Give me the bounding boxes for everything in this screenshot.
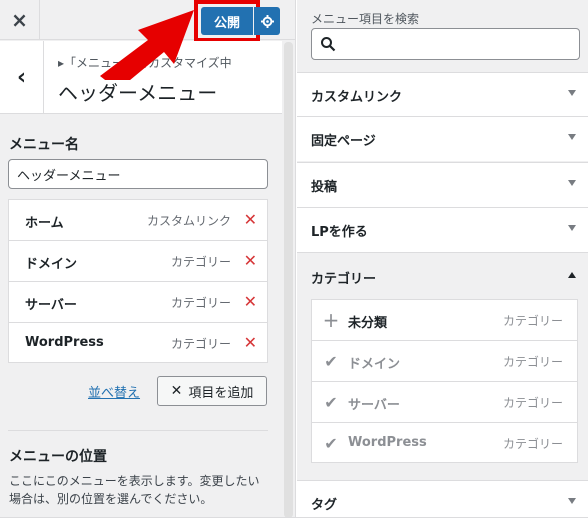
chevron-down-icon xyxy=(568,498,576,504)
accordion-title[interactable]: カテゴリー xyxy=(311,268,376,287)
accordion-title: タグ xyxy=(311,498,338,513)
category-type: カテゴリー xyxy=(502,437,563,451)
chevron-up-icon[interactable] xyxy=(568,272,576,278)
category-title: WordPress xyxy=(348,435,427,450)
category-item[interactable]: ✔ サーバー カテゴリー xyxy=(312,382,577,423)
publish-highlight-box: 公開 xyxy=(194,0,260,42)
category-item[interactable]: + 未分類 カテゴリー xyxy=(312,300,577,341)
menu-item-title: ドメイン xyxy=(25,257,78,272)
category-title: 未分類 xyxy=(348,316,388,331)
menu-location-title: メニューの位置 xyxy=(9,449,107,465)
close-icon: ✕ xyxy=(170,383,183,399)
chevron-down-icon xyxy=(568,134,576,140)
category-title: ドメイン xyxy=(348,357,401,372)
reorder-link[interactable]: 並べ替え xyxy=(88,382,140,401)
checkmark-icon: ✔ xyxy=(324,433,338,453)
available-items-panel: メニュー項目を検索 カスタムリンク 固定ページ 投稿 LPを作る カテゴリー +… xyxy=(297,0,588,518)
category-type: カテゴリー xyxy=(502,314,563,328)
menu-item-row[interactable]: サーバー カテゴリー ✕ xyxy=(9,282,267,323)
customizer-sidebar: × 公開 ‹ ▸「メニュー」をカスタマイズ中 ヘッダーメニュー メニュー名 ホー… xyxy=(0,0,296,518)
menu-item-title: ホーム xyxy=(25,216,64,231)
delete-icon[interactable]: ✕ xyxy=(244,333,257,352)
accordion-lp[interactable]: LPを作る xyxy=(297,207,588,252)
accordion-pages[interactable]: 固定ページ xyxy=(297,116,588,161)
close-button[interactable]: × xyxy=(0,0,40,40)
accordion-custom-links[interactable]: カスタムリンク xyxy=(297,72,588,117)
publish-button[interactable]: 公開 xyxy=(201,7,253,35)
accordion-categories: カテゴリー + 未分類 カテゴリー ✔ ドメイン カテゴリー ✔ サーバー カテ… xyxy=(297,252,588,480)
menu-items-list: ホーム カスタムリンク ✕ ドメイン カテゴリー ✕ サーバー カテゴリー ✕ … xyxy=(8,199,268,363)
accordion-title: カスタムリンク xyxy=(311,90,403,105)
menu-item-row[interactable]: ホーム カスタムリンク ✕ xyxy=(9,200,267,241)
search-icon xyxy=(321,37,336,52)
accordion-title: 投稿 xyxy=(311,180,338,195)
category-title: サーバー xyxy=(348,398,400,413)
category-type: カテゴリー xyxy=(502,396,563,410)
menu-location-description: ここにこのメニューを表示します。変更したい場合は、別の位置を選んでください。 xyxy=(9,474,260,506)
category-item[interactable]: ✔ WordPress カテゴリー xyxy=(312,423,577,464)
add-items-button[interactable]: ✕ 項目を追加 xyxy=(157,376,267,406)
menu-item-title: WordPress xyxy=(25,335,104,350)
category-item[interactable]: ✔ ドメイン カテゴリー xyxy=(312,341,577,382)
menu-item-title: サーバー xyxy=(25,298,77,313)
menu-item-type: カテゴリー xyxy=(170,255,231,269)
sidebar-scrollbar[interactable] xyxy=(284,42,293,518)
divider xyxy=(8,430,268,431)
checkmark-icon: ✔ xyxy=(324,392,338,412)
chevron-down-icon xyxy=(568,225,576,231)
category-type: カテゴリー xyxy=(502,355,563,369)
delete-icon[interactable]: ✕ xyxy=(244,251,257,270)
menu-item-row[interactable]: WordPress カテゴリー ✕ xyxy=(9,323,267,364)
chevron-down-icon xyxy=(568,180,576,186)
accordion-tags[interactable]: タグ xyxy=(297,480,588,518)
category-list: + 未分類 カテゴリー ✔ ドメイン カテゴリー ✔ サーバー カテゴリー ✔ … xyxy=(311,299,578,463)
menu-item-type: カテゴリー xyxy=(170,296,231,310)
accordion-title: LPを作る xyxy=(311,225,368,240)
search-input[interactable] xyxy=(311,28,580,60)
plus-icon[interactable]: + xyxy=(322,308,340,332)
gear-icon xyxy=(260,14,274,28)
accordion-posts[interactable]: 投稿 xyxy=(297,162,588,207)
publish-settings-button[interactable] xyxy=(254,7,280,35)
search-label: メニュー項目を検索 xyxy=(311,12,420,26)
page-title: ヘッダーメニュー xyxy=(58,81,218,105)
menu-name-field[interactable] xyxy=(8,159,268,189)
delete-icon[interactable]: ✕ xyxy=(244,210,257,229)
menu-item-type: カテゴリー xyxy=(170,337,231,351)
chevron-down-icon xyxy=(568,90,576,96)
menu-name-label: メニュー名 xyxy=(9,137,79,153)
delete-icon[interactable]: ✕ xyxy=(244,292,257,311)
add-items-label: 項目を追加 xyxy=(188,385,254,401)
menu-item-row[interactable]: ドメイン カテゴリー ✕ xyxy=(9,241,267,282)
accordion-title: 固定ページ xyxy=(311,134,376,149)
section-header: ‹ ▸「メニュー」をカスタマイズ中 ヘッダーメニュー xyxy=(0,41,282,114)
breadcrumb: ▸「メニュー」をカスタマイズ中 xyxy=(58,56,232,70)
back-button[interactable]: ‹ xyxy=(0,41,44,114)
menu-item-type: カスタムリンク xyxy=(146,214,231,228)
checkmark-icon: ✔ xyxy=(324,351,338,371)
